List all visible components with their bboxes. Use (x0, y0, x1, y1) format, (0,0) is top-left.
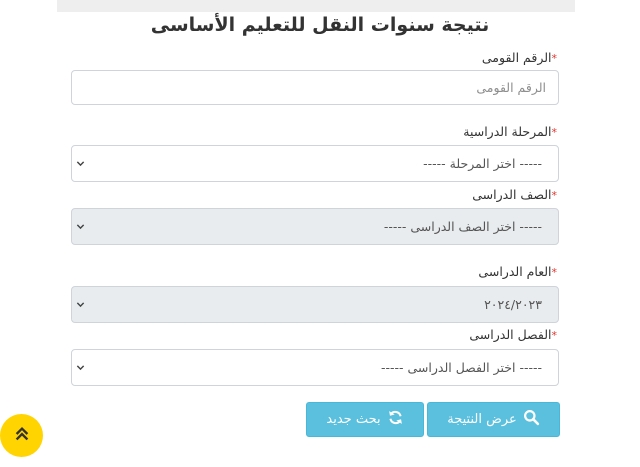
required-mark: * (551, 329, 558, 342)
chevron-down-icon (76, 350, 85, 385)
chevron-down-icon (76, 287, 85, 322)
stage-label: *المرحلة الدراسية (463, 124, 558, 139)
required-mark: * (551, 189, 558, 202)
required-mark: * (551, 266, 558, 279)
term-label: *الفصل الدراسى (469, 327, 558, 342)
term-selected: ----- اختر الفصل الدراسى ----- (380, 360, 542, 375)
page-title: نتيجة سنوات النقل للتعليم الأساسى (150, 14, 490, 36)
refresh-icon (387, 409, 404, 430)
national-id-input[interactable]: الرقم القومى (71, 70, 559, 105)
grade-selected: ----- اختر الصف الدراسى ----- (383, 219, 542, 234)
chevron-down-icon (76, 146, 85, 181)
required-mark: * (551, 52, 558, 65)
chevron-down-icon (76, 209, 85, 244)
new-search-button[interactable]: بحث جديد (306, 402, 424, 437)
scroll-top-button[interactable] (0, 414, 43, 457)
year-select[interactable]: ٢٠٢٤/٢٠٢٣ (71, 286, 559, 323)
national-id-placeholder: الرقم القومى (476, 80, 546, 95)
top-bar (57, 0, 575, 12)
new-search-label: بحث جديد (326, 412, 381, 427)
stage-selected: ----- اختر المرحلة ----- (423, 156, 542, 171)
grade-label: *الصف الدراسى (472, 187, 558, 202)
stage-select[interactable]: ----- اختر المرحلة ----- (71, 145, 559, 182)
grade-select[interactable]: ----- اختر الصف الدراسى ----- (71, 208, 559, 245)
required-mark: * (551, 126, 558, 139)
show-result-label: عرض النتيجة (447, 412, 517, 427)
show-result-button[interactable]: عرض النتيجة (427, 402, 560, 437)
year-label: *العام الدراسى (478, 264, 558, 279)
year-selected: ٢٠٢٤/٢٠٢٣ (484, 297, 542, 312)
search-icon (523, 409, 540, 430)
term-select[interactable]: ----- اختر الفصل الدراسى ----- (71, 349, 559, 386)
double-chevron-up-icon (13, 425, 31, 447)
national-id-label: *الرقم القومى (481, 50, 558, 65)
